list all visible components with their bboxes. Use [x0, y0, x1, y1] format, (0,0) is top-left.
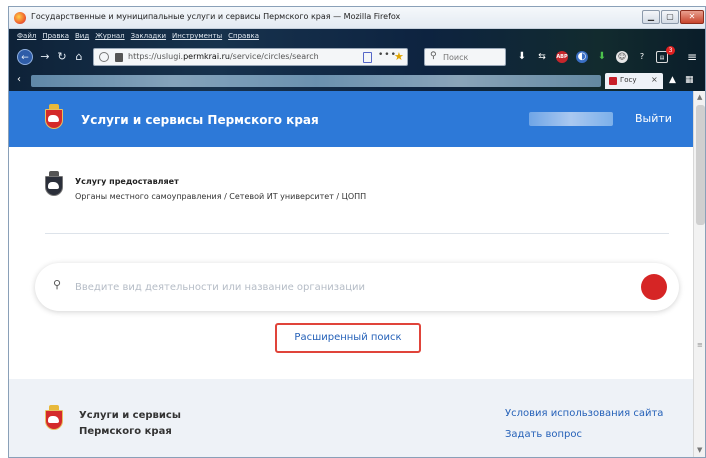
web-page: Услуги и сервисы Пермского края Выйти Ус…: [9, 91, 693, 457]
menu-file[interactable]: Файл: [17, 32, 36, 44]
blurred-user-name: [529, 112, 613, 126]
footer-title-line2: Пермского края: [79, 426, 172, 437]
service-search-input[interactable]: [75, 277, 635, 297]
site-header: Услуги и сервисы Пермского края Выйти: [9, 91, 693, 147]
site-footer: Услуги и сервисы Пермского края Условия …: [9, 391, 693, 457]
content-card: Услугу предоставляет Органы местного сам…: [9, 147, 693, 379]
tab-list-icon[interactable]: ▲: [669, 75, 676, 85]
divider: [45, 233, 669, 234]
ask-question-link[interactable]: Задать вопрос: [505, 429, 582, 440]
extension-globe-icon[interactable]: ◐: [576, 51, 588, 63]
menu-history[interactable]: Журнал: [95, 32, 124, 44]
navigation-row: ← → ↻ ⌂ https://uslugi.permkrai.ru/servi…: [9, 45, 705, 69]
home-button[interactable]: ⌂: [71, 49, 87, 65]
scroll-thumb[interactable]: [696, 105, 705, 225]
menu-view[interactable]: Вид: [75, 32, 89, 44]
close-button[interactable]: ✕: [680, 10, 704, 24]
bookmark-star-icon[interactable]: ★: [394, 50, 404, 63]
url-text[interactable]: https://uslugi.permkrai.ru/service/circl…: [128, 52, 319, 61]
tab-label: Госу: [620, 76, 637, 84]
scroll-grip-icon: ≡: [697, 341, 703, 349]
adblock-icon[interactable]: ABP: [556, 51, 568, 63]
back-button[interactable]: ←: [17, 49, 33, 65]
reload-button[interactable]: ↻: [54, 49, 70, 65]
forward-button[interactable]: →: [37, 49, 53, 65]
url-prefix: https://uslugi.: [128, 52, 184, 61]
scroll-down-icon[interactable]: ▼: [697, 446, 702, 454]
window-titlebar: Государственные и муниципальные услуги и…: [9, 7, 705, 29]
scroll-up-icon[interactable]: ▲: [697, 93, 702, 101]
provider-path: Органы местного самоуправления / Сетевой…: [75, 192, 367, 201]
extension-download-icon[interactable]: ⬇: [596, 51, 608, 63]
url-bar[interactable]: https://uslugi.permkrai.ru/service/circl…: [93, 48, 408, 66]
hamburger-menu-icon[interactable]: ≡: [686, 51, 698, 63]
menu-tools[interactable]: Инструменты: [172, 32, 222, 44]
provider-coat-of-arms-icon: [45, 171, 63, 203]
lock-icon[interactable]: [115, 53, 123, 62]
menubar: Файл Правка Вид Журнал Закладки Инструме…: [17, 32, 259, 44]
service-search-box: ⚲: [35, 263, 679, 311]
search-icon: ⚲: [53, 278, 62, 291]
browser-toolbar: Файл Правка Вид Журнал Закладки Инструме…: [9, 29, 705, 91]
site-title[interactable]: Услуги и сервисы Пермского края: [81, 113, 319, 127]
search-icon: ⚲: [430, 51, 437, 61]
search-submit-button[interactable]: [641, 274, 667, 300]
browser-search-bar[interactable]: ⚲ Поиск: [424, 48, 506, 66]
tab-active[interactable]: Госу ×: [605, 73, 663, 89]
provider-label: Услугу предоставляет: [75, 177, 179, 186]
download-icon[interactable]: ⬇: [516, 51, 528, 63]
footer-coat-of-arms-icon: [45, 405, 63, 431]
logout-link[interactable]: Выйти: [635, 112, 672, 125]
page-scrollbar[interactable]: ▲ ≡ ▼: [693, 91, 705, 457]
extension-help-icon[interactable]: ?: [636, 51, 648, 63]
tab-favicon: [609, 77, 617, 85]
terms-of-use-link[interactable]: Условия использования сайта: [505, 408, 663, 419]
firefox-icon: [14, 12, 26, 24]
reader-view-icon[interactable]: [363, 52, 372, 63]
info-icon[interactable]: [99, 52, 109, 62]
url-path: /service/circles/search: [229, 52, 319, 61]
blurred-tabs: [31, 75, 601, 87]
tab-close-icon[interactable]: ×: [651, 75, 658, 84]
tab-grid-icon[interactable]: ▦: [685, 75, 694, 85]
browser-window: Государственные и муниципальные услуги и…: [8, 6, 706, 458]
search-placeholder: Поиск: [443, 53, 469, 62]
minimize-button[interactable]: ▁: [642, 10, 660, 24]
footer-title-line1: Услуги и сервисы: [79, 410, 181, 421]
menu-edit[interactable]: Правка: [42, 32, 69, 44]
maximize-button[interactable]: ▢: [661, 10, 679, 24]
notification-badge: 3: [666, 46, 675, 55]
advanced-search-button[interactable]: Расширенный поиск: [275, 323, 421, 353]
tab-scroll-left-icon[interactable]: ‹: [17, 74, 21, 85]
tab-row: ‹ Госу × ▲ ▦: [9, 71, 705, 91]
url-domain: permkrai.ru: [183, 52, 230, 61]
sync-icon[interactable]: ⇆: [536, 51, 548, 63]
menu-help[interactable]: Справка: [228, 32, 259, 44]
menu-bookmarks[interactable]: Закладки: [131, 32, 166, 44]
extension-face-icon[interactable]: ☺: [616, 51, 628, 63]
perm-coat-of-arms-icon[interactable]: [45, 104, 63, 130]
window-title: Государственные и муниципальные услуги и…: [31, 12, 401, 21]
